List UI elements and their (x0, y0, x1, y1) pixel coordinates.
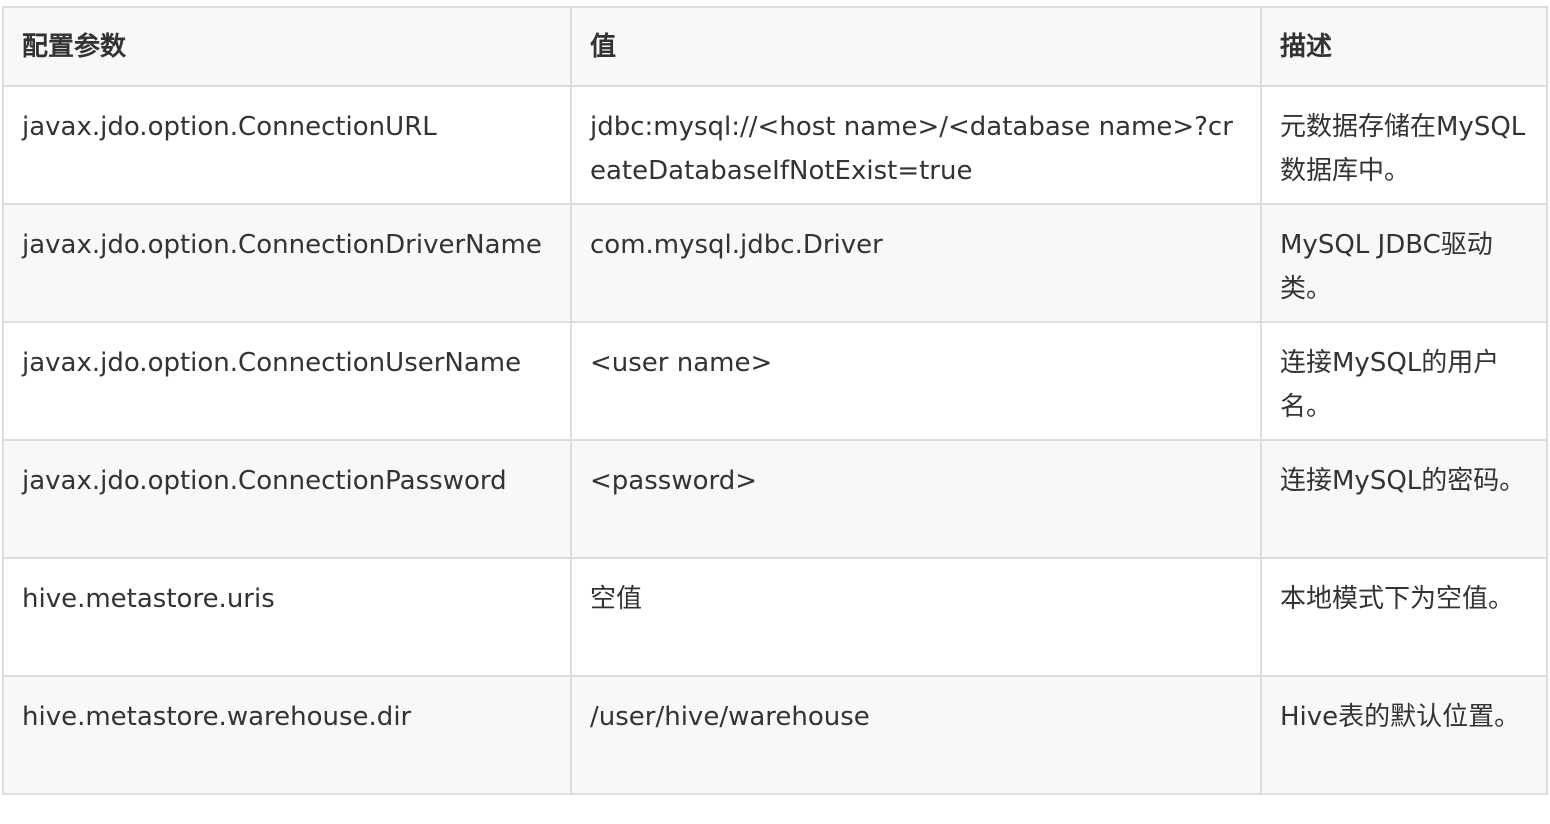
cell-value: /user/hive/warehouse (570, 675, 1262, 795)
cell-param: javax.jdo.option.ConnectionURL (2, 85, 572, 205)
cell-value: jdbc:mysql://<host name>/<database name>… (570, 85, 1262, 205)
header-description: 描述 (1260, 6, 1548, 87)
cell-param: hive.metastore.warehouse.dir (2, 675, 572, 795)
header-param: 配置参数 (2, 6, 572, 87)
header-value: 值 (570, 6, 1262, 87)
cell-param: hive.metastore.uris (2, 557, 572, 677)
config-table-container: 配置参数 值 描述 javax.jdo.option.ConnectionURL… (2, 6, 1548, 795)
cell-value: com.mysql.jdbc.Driver (570, 203, 1262, 323)
cell-description: Hive表的默认位置。 (1260, 675, 1548, 795)
cell-value: 空值 (570, 557, 1262, 677)
table-row: javax.jdo.option.ConnectionDriverName co… (2, 203, 1548, 323)
table-row: javax.jdo.option.ConnectionURL jdbc:mysq… (2, 85, 1548, 205)
table-row: javax.jdo.option.ConnectionPassword <pas… (2, 439, 1548, 559)
cell-param: javax.jdo.option.ConnectionPassword (2, 439, 572, 559)
config-table: 配置参数 值 描述 javax.jdo.option.ConnectionURL… (2, 6, 1548, 795)
table-row: javax.jdo.option.ConnectionUserName <use… (2, 321, 1548, 441)
cell-value: <password> (570, 439, 1262, 559)
cell-description: MySQL JDBC驱动类。 (1260, 203, 1548, 323)
cell-description: 连接MySQL的密码。 (1260, 439, 1548, 559)
cell-param: javax.jdo.option.ConnectionUserName (2, 321, 572, 441)
table-row: hive.metastore.uris 空值 本地模式下为空值。 (2, 557, 1548, 677)
cell-description: 连接MySQL的用户名。 (1260, 321, 1548, 441)
cell-description: 本地模式下为空值。 (1260, 557, 1548, 677)
table-row: hive.metastore.warehouse.dir /user/hive/… (2, 675, 1548, 795)
cell-description: 元数据存储在MySQL数据库中。 (1260, 85, 1548, 205)
cell-param: javax.jdo.option.ConnectionDriverName (2, 203, 572, 323)
table-header-row: 配置参数 值 描述 (2, 6, 1548, 87)
cell-value: <user name> (570, 321, 1262, 441)
